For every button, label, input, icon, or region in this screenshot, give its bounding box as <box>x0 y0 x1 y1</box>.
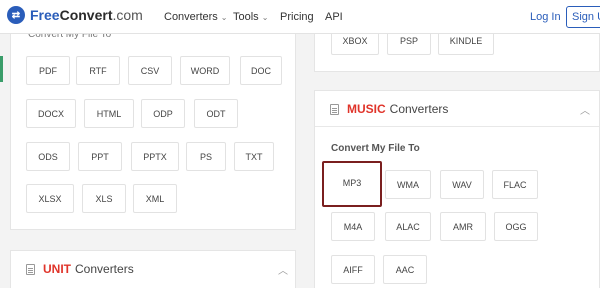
format-flac[interactable]: FLAC <box>492 170 538 199</box>
convert-my-file-to-label: Convert My File To <box>331 143 420 154</box>
format-xml[interactable]: XML <box>133 184 177 213</box>
format-ods[interactable]: ODS <box>26 142 70 171</box>
format-ogg[interactable]: OGG <box>494 212 538 241</box>
format-docx[interactable]: DOCX <box>26 99 76 128</box>
nav-api[interactable]: API <box>325 11 343 23</box>
nav-pricing[interactable]: Pricing <box>280 11 314 23</box>
format-word[interactable]: WORD <box>180 56 230 85</box>
format-xlsx[interactable]: XLSX <box>26 184 74 213</box>
signup-button[interactable]: Sign U <box>566 6 600 28</box>
format-csv[interactable]: CSV <box>128 56 172 85</box>
site-header: ⇄ FreeConvert.com Converters ⌄ Tools ⌄ Pri… <box>0 0 600 34</box>
format-m4a[interactable]: M4A <box>331 212 375 241</box>
logo[interactable]: ⇄ FreeConvert.com <box>7 6 143 24</box>
format-rtf[interactable]: RTF <box>76 56 120 85</box>
chevron-up-icon[interactable]: ︿ <box>580 102 590 117</box>
nav-tools[interactable]: Tools ⌄ <box>233 11 268 23</box>
document-icon <box>26 263 35 275</box>
format-mp3-selected[interactable]: MP3 <box>322 161 382 207</box>
chevron-down-icon: ⌄ <box>261 12 269 22</box>
login-link[interactable]: Log In <box>530 11 561 23</box>
document-icon <box>330 103 339 115</box>
logo-text: FreeConvert.com <box>30 7 143 23</box>
format-xls[interactable]: XLS <box>82 184 126 213</box>
chevron-up-icon[interactable]: ︿ <box>278 262 288 277</box>
nav-converters[interactable]: Converters ⌄ <box>164 11 228 23</box>
format-amr[interactable]: AMR <box>440 212 486 241</box>
format-alac[interactable]: ALAC <box>385 212 431 241</box>
format-odt[interactable]: ODT <box>194 99 238 128</box>
music-converters-title[interactable]: MUSIC Converters <box>330 102 448 116</box>
chevron-down-icon: ⌄ <box>220 12 228 22</box>
format-txt[interactable]: TXT <box>234 142 274 171</box>
format-pdf[interactable]: PDF <box>26 56 70 85</box>
freeconvert-logo-icon: ⇄ <box>7 6 25 24</box>
format-wav[interactable]: WAV <box>440 170 484 199</box>
format-html[interactable]: HTML <box>84 99 134 128</box>
format-aiff[interactable]: AIFF <box>331 255 375 284</box>
format-odp[interactable]: ODP <box>141 99 185 128</box>
format-ps[interactable]: PS <box>186 142 226 171</box>
format-doc[interactable]: DOC <box>240 56 282 85</box>
format-pptx[interactable]: PPTX <box>131 142 179 171</box>
music-card-divider <box>315 126 599 127</box>
side-accent-bar <box>0 56 3 82</box>
format-wma[interactable]: WMA <box>385 170 431 199</box>
format-aac[interactable]: AAC <box>383 255 427 284</box>
unit-converters-title[interactable]: UNIT Converters <box>26 262 134 276</box>
format-ppt[interactable]: PPT <box>78 142 122 171</box>
